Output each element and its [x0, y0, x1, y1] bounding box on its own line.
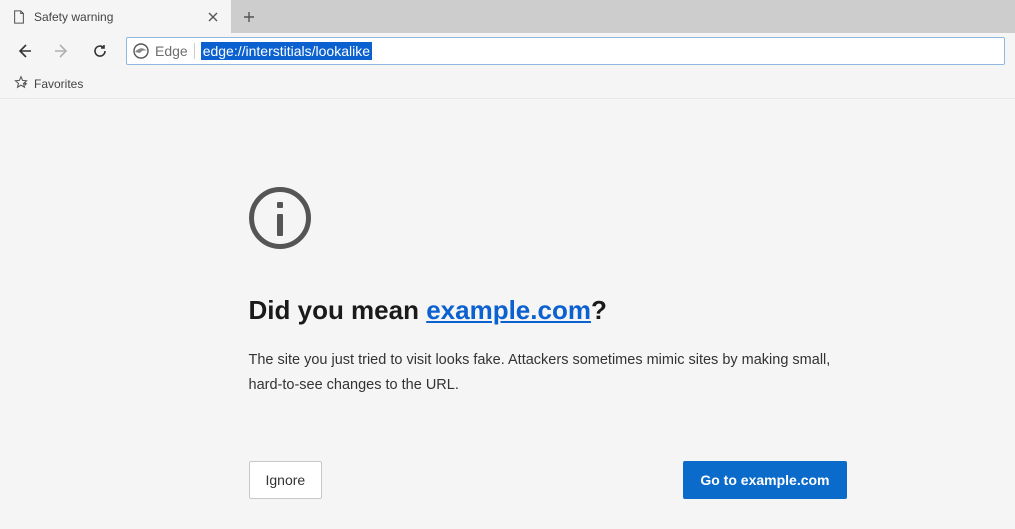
separator [194, 43, 195, 59]
heading-post: ? [591, 295, 607, 325]
edge-logo-icon [133, 43, 149, 59]
refresh-button[interactable] [82, 35, 118, 67]
info-icon [249, 187, 847, 249]
heading-pre: Did you mean [249, 295, 427, 325]
explanation-text: The site you just tried to visit looks f… [249, 348, 847, 399]
tab-title: Safety warning [34, 10, 197, 24]
favorites-star-icon[interactable] [14, 75, 28, 92]
address-prefix-label: Edge [155, 43, 188, 59]
page-icon [12, 10, 26, 24]
interstitial-panel: Did you mean example.com? The site you j… [249, 187, 847, 499]
suggested-domain-link[interactable]: example.com [426, 295, 591, 325]
tab-safety-warning[interactable]: Safety warning [0, 0, 232, 33]
go-to-site-button[interactable]: Go to example.com [683, 461, 846, 499]
ignore-button[interactable]: Ignore [249, 461, 323, 499]
toolbar: Edge edge://interstitials/lookalike [0, 33, 1015, 69]
address-bar[interactable]: Edge edge://interstitials/lookalike [126, 37, 1005, 65]
forward-button [44, 35, 80, 67]
favorites-label[interactable]: Favorites [34, 77, 83, 91]
favorites-bar: Favorites [0, 69, 1015, 99]
page-content: Did you mean example.com? The site you j… [0, 99, 1015, 499]
page-title: Did you mean example.com? [249, 295, 847, 326]
back-button[interactable] [6, 35, 42, 67]
tab-bar: Safety warning [0, 0, 1015, 33]
address-url: edge://interstitials/lookalike [201, 42, 372, 60]
close-icon[interactable] [205, 9, 221, 25]
button-row: Ignore Go to example.com [249, 461, 847, 499]
new-tab-button[interactable] [232, 0, 266, 33]
